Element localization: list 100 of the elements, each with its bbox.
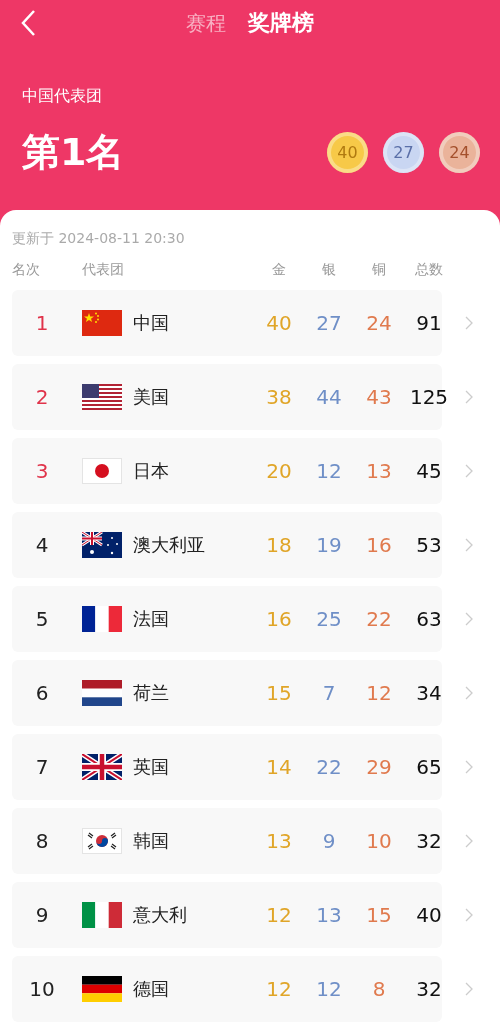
medal-row[interactable]: 1 中国 40 27 24 91 (12, 290, 442, 356)
medal-count: 16 (365, 533, 393, 557)
medal-badge: 40 (327, 132, 368, 173)
medal-count: 13 (365, 459, 393, 483)
chevron-icon[interactable] (465, 390, 473, 404)
rank-number: 9 (34, 903, 50, 927)
rank-number: 10 (28, 977, 56, 1001)
medal-count: 44 (315, 385, 343, 409)
total-header: 总数 (414, 261, 444, 279)
medal-count: 18 (265, 533, 293, 557)
total-count: 125 (408, 385, 450, 409)
total-count: 32 (415, 977, 443, 1001)
medal-count: 12 (265, 903, 293, 927)
medal-count: 24 (365, 311, 393, 335)
medal-count: 22 (315, 755, 343, 779)
team-name: 德国 (133, 977, 169, 1001)
medal-count: 29 (365, 755, 393, 779)
team-name: 韩国 (133, 829, 169, 853)
medal-count: 19 (315, 533, 343, 557)
chevron-icon[interactable] (465, 760, 473, 774)
rank-number: 7 (34, 755, 50, 779)
medal-header: 金 (271, 261, 287, 279)
rank-header: 名次 (12, 261, 41, 279)
total-count: 40 (415, 903, 443, 927)
flag-icon (82, 458, 122, 484)
medal-row[interactable]: 3 日本 20 12 13 45 (12, 438, 442, 504)
team-name: 英国 (133, 755, 169, 779)
chevron-icon[interactable] (465, 686, 473, 700)
update-time: 更新于 2024-08-11 20:30 (12, 230, 186, 248)
medal-header: 银 (321, 261, 337, 279)
chevron-icon[interactable] (465, 834, 473, 848)
rank-number: 8 (34, 829, 50, 853)
back-icon[interactable] (20, 9, 36, 37)
flag-icon (82, 976, 122, 1002)
chevron-icon[interactable] (465, 464, 473, 478)
rank-number: 4 (34, 533, 50, 557)
medal-count: 40 (265, 311, 293, 335)
medal-count: 12 (365, 681, 393, 705)
rank-number: 6 (34, 681, 50, 705)
delegation-header: 代表团 (81, 261, 125, 279)
chevron-icon[interactable] (465, 538, 473, 552)
medal-row[interactable]: 8 韩国 13 9 10 32 (12, 808, 442, 874)
total-count: 45 (415, 459, 443, 483)
medal-count: 14 (265, 755, 293, 779)
total-count: 34 (415, 681, 443, 705)
medal-count: 10 (365, 829, 393, 853)
medal-row[interactable]: 5 法国 16 25 22 63 (12, 586, 442, 652)
medal-count: 13 (315, 903, 343, 927)
rank-title: 第1名 (22, 129, 125, 176)
total-count: 65 (415, 755, 443, 779)
flag-icon (82, 902, 122, 928)
rank-number: 5 (34, 607, 50, 631)
chevron-icon[interactable] (465, 908, 473, 922)
medal-count: 20 (265, 459, 293, 483)
medal-header: 铜 (371, 261, 387, 279)
medal-badge: 27 (383, 132, 424, 173)
team-name: 法国 (133, 607, 169, 631)
team-name: 美国 (133, 385, 169, 409)
flag-icon (82, 680, 122, 706)
chevron-icon[interactable] (465, 982, 473, 996)
medal-row[interactable]: 9 意大利 12 13 15 40 (12, 882, 442, 948)
rank-number: 3 (34, 459, 50, 483)
flag-icon (82, 310, 122, 336)
team-name: 中国 (133, 311, 169, 335)
medal-count: 12 (315, 977, 343, 1001)
medal-count: 25 (315, 607, 343, 631)
medal-count: 12 (315, 459, 343, 483)
medal-count: 16 (265, 607, 293, 631)
medal-row[interactable]: 10 德国 12 12 8 32 (12, 956, 442, 1022)
team-name: 荷兰 (133, 681, 169, 705)
chevron-icon[interactable] (465, 316, 473, 330)
flag-icon (82, 384, 122, 410)
medal-row[interactable]: 4 澳大利亚 18 19 16 53 (12, 512, 442, 578)
medal-badge: 24 (439, 132, 480, 173)
medal-count: 15 (265, 681, 293, 705)
flag-icon (82, 606, 122, 632)
medal-count: 7 (321, 681, 337, 705)
medal-count: 12 (265, 977, 293, 1001)
rank-number: 1 (34, 311, 50, 335)
total-count: 63 (415, 607, 443, 631)
medal-count: 15 (365, 903, 393, 927)
delegation-label: 中国代表团 (22, 86, 103, 107)
total-count: 32 (415, 829, 443, 853)
team-name: 日本 (133, 459, 169, 483)
medal-count: 43 (365, 385, 393, 409)
total-count: 53 (415, 533, 443, 557)
flag-icon (82, 754, 122, 780)
medal-count: 22 (365, 607, 393, 631)
team-name: 澳大利亚 (133, 533, 205, 557)
flag-icon (82, 828, 122, 854)
medal-count: 13 (265, 829, 293, 853)
medal-row[interactable]: 6 荷兰 15 7 12 34 (12, 660, 442, 726)
chevron-icon[interactable] (465, 612, 473, 626)
total-count: 91 (415, 311, 443, 335)
medal-count: 9 (321, 829, 337, 853)
nav-tab[interactable]: 奖牌榜 (248, 8, 314, 38)
flag-icon (82, 532, 122, 558)
medal-count: 27 (315, 311, 343, 335)
rank-number: 2 (34, 385, 50, 409)
medal-row[interactable]: 7 英国 14 22 29 65 (12, 734, 442, 800)
